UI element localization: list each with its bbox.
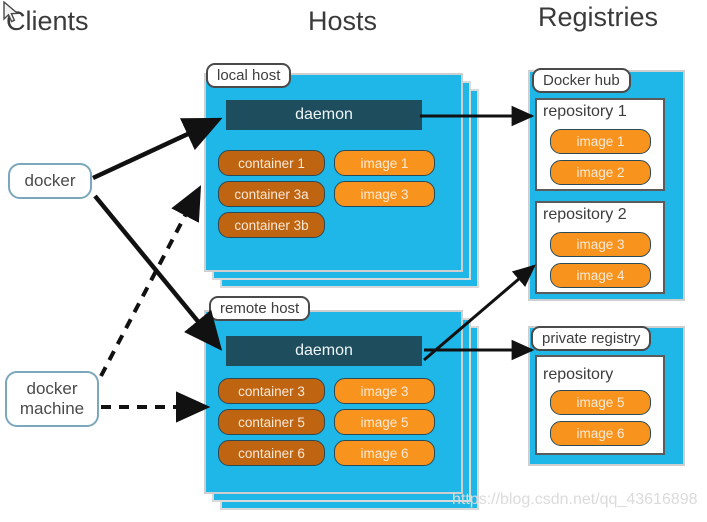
image-private-1-label: image 5 (576, 395, 625, 410)
watermark-text: https://blog.csdn.net/qq_43616898 (452, 491, 698, 508)
host-tab-local-host: local host (206, 63, 292, 88)
image-remote-3[interactable]: image 6 (334, 440, 435, 466)
image-hub-repo1-2[interactable]: image 2 (550, 160, 651, 185)
host-remote-host[interactable]: daemon container 3 container 5 container… (204, 310, 484, 510)
image-private-2-label: image 6 (576, 426, 625, 441)
image-remote-2[interactable]: image 5 (334, 409, 435, 435)
image-local-2[interactable]: image 3 (334, 181, 435, 207)
daemon-local-host-label: daemon (295, 106, 353, 123)
arrow-docker-to-local-daemon (92, 117, 223, 181)
image-private-2[interactable]: image 6 (550, 421, 651, 446)
host-tab-remote-host: remote host (209, 296, 311, 321)
daemon-remote-host[interactable]: daemon (226, 336, 422, 366)
client-docker-machine-label-line1: docker (26, 379, 78, 398)
column-heading-registries: Registries (538, 2, 659, 32)
host-local-host[interactable]: daemon container 1 container 3a containe… (204, 73, 479, 288)
image-remote-2-label: image 5 (360, 414, 409, 430)
arrow-machine-to-local-host (99, 185, 202, 377)
client-docker-label: docker (24, 171, 76, 190)
image-hub-repo1-1-label: image 1 (576, 134, 625, 149)
image-remote-1[interactable]: image 3 (334, 378, 435, 404)
client-docker[interactable]: docker (8, 163, 92, 199)
container-local-2[interactable]: container 3a (218, 181, 325, 207)
image-remote-3-label: image 6 (360, 445, 409, 461)
docker-architecture-diagram: Clients Hosts Registries docker docker m… (0, 0, 707, 522)
mouse-cursor-icon (3, 1, 20, 23)
repository-private-label: repository (543, 366, 614, 383)
host-tab-local-host-label: local host (217, 67, 281, 84)
column-heading-hosts: Hosts (308, 6, 378, 36)
registry-tab-private-registry-label: private registry (542, 330, 641, 347)
container-local-1-label: container 1 (238, 155, 305, 171)
client-docker-machine-label-line2: machine (19, 399, 85, 418)
container-remote-1-label: container 3 (238, 383, 305, 399)
registry-tab-docker-hub: Docker hub (532, 68, 631, 93)
daemon-local-host[interactable]: daemon (226, 100, 422, 130)
container-remote-1[interactable]: container 3 (218, 378, 325, 404)
client-docker-machine[interactable]: docker machine (5, 371, 99, 427)
container-local-1[interactable]: container 1 (218, 150, 325, 176)
image-local-1-label: image 1 (360, 155, 409, 171)
image-private-1[interactable]: image 5 (550, 390, 651, 415)
repository-2-label: repository 2 (543, 206, 627, 223)
image-hub-repo2-2[interactable]: image 4 (550, 263, 651, 288)
image-local-1[interactable]: image 1 (334, 150, 435, 176)
daemon-remote-host-label: daemon (295, 342, 353, 359)
arrow-docker-to-remote-daemon (93, 194, 223, 351)
container-local-2-label: container 3a (234, 186, 309, 202)
container-remote-3[interactable]: container 6 (218, 440, 325, 466)
repository-1-label: repository 1 (543, 103, 627, 120)
registry-tab-docker-hub-label: Docker hub (543, 72, 620, 89)
container-local-3-label: container 3b (234, 217, 309, 233)
image-hub-repo2-1-label: image 3 (576, 237, 625, 252)
registry-tab-private-registry: private registry (531, 326, 652, 351)
container-local-3[interactable]: container 3b (218, 212, 325, 238)
image-hub-repo1-2-label: image 2 (576, 165, 625, 180)
image-local-2-label: image 3 (360, 186, 409, 202)
container-remote-2-label: container 5 (238, 414, 305, 430)
host-tab-remote-host-label: remote host (220, 300, 300, 317)
image-hub-repo2-1[interactable]: image 3 (550, 232, 651, 257)
container-remote-2[interactable]: container 5 (218, 409, 325, 435)
image-hub-repo2-2-label: image 4 (576, 268, 625, 283)
container-remote-3-label: container 6 (238, 445, 305, 461)
image-remote-1-label: image 3 (360, 383, 409, 399)
image-hub-repo1-1[interactable]: image 1 (550, 129, 651, 154)
